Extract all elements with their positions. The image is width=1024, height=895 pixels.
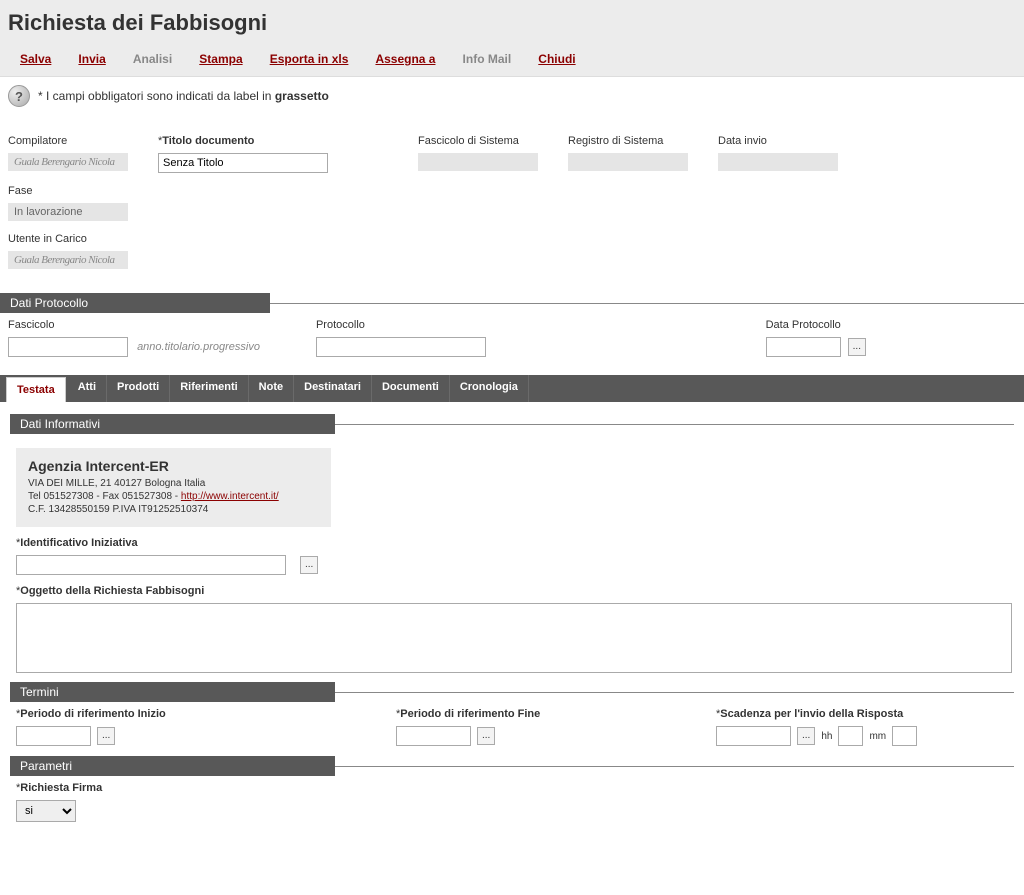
agency-link[interactable]: http://www.intercent.it/: [181, 491, 279, 502]
infobar-text: * I campi obbligatori sono indicati da l…: [38, 89, 275, 103]
mm-label: mm: [869, 731, 886, 742]
periodo-fine-label: Periodo di riferimento Fine: [396, 708, 656, 720]
section-dati-protocollo: Dati Protocollo: [0, 293, 270, 313]
esporta-link[interactable]: Esporta in xls: [270, 52, 349, 66]
periodo-fine-picker[interactable]: ...: [477, 727, 495, 745]
infobar-bold: grassetto: [275, 89, 329, 103]
identificativo-picker[interactable]: ...: [300, 556, 318, 574]
periodo-inizio-picker[interactable]: ...: [97, 727, 115, 745]
section-divider: [270, 303, 1024, 304]
fascicolo-hint: anno.titolario.progressivo: [137, 341, 260, 353]
data-protocollo-label: Data Protocollo: [766, 319, 866, 331]
tab-riferimenti[interactable]: Riferimenti: [170, 375, 248, 402]
salva-link[interactable]: Salva: [20, 52, 51, 66]
mandatory-info-bar: ? * I campi obbligatori sono indicati da…: [0, 77, 1024, 115]
utente-carico-label: Utente in Carico: [8, 233, 128, 245]
fascicolo-input[interactable]: [8, 337, 128, 357]
titolo-documento-input[interactable]: [158, 153, 328, 173]
oggetto-textarea[interactable]: [16, 603, 1012, 673]
section-divider: [335, 692, 1014, 693]
tab-documenti[interactable]: Documenti: [372, 375, 450, 402]
compilatore-label: Compilatore: [8, 135, 128, 147]
agency-info-box: Agenzia Intercent-ER VIA DEI MILLE, 21 4…: [16, 448, 331, 527]
main-toolbar: Salva Invia Analisi Stampa Esporta in xl…: [8, 44, 1016, 76]
tab-atti[interactable]: Atti: [68, 375, 107, 402]
page-title: Richiesta dei Fabbisogni: [8, 10, 1016, 36]
section-dati-informativi: Dati Informativi: [10, 414, 335, 434]
invia-link[interactable]: Invia: [78, 52, 105, 66]
data-invio-label: Data invio: [718, 135, 838, 147]
data-protocollo-input[interactable]: [766, 337, 841, 357]
periodo-inizio-label: Periodo di riferimento Inizio: [16, 708, 336, 720]
utente-carico-value: Guala Berengario Nicola: [8, 251, 128, 269]
registro-sistema-label: Registro di Sistema: [568, 135, 688, 147]
tab-testata[interactable]: Testata: [6, 377, 66, 402]
hh-label: hh: [821, 731, 832, 742]
fascicolo-sistema-label: Fascicolo di Sistema: [418, 135, 538, 147]
richiesta-firma-select[interactable]: si: [16, 800, 76, 822]
agency-title: Agenzia Intercent-ER: [28, 458, 319, 474]
fase-label: Fase: [8, 185, 128, 197]
help-icon[interactable]: ?: [8, 85, 30, 107]
scadenza-mm-input[interactable]: [892, 726, 917, 746]
tab-destinatari[interactable]: Destinatari: [294, 375, 372, 402]
fase-value: In lavorazione: [8, 203, 128, 221]
data-protocollo-picker[interactable]: ...: [848, 338, 866, 356]
tab-cronologia[interactable]: Cronologia: [450, 375, 529, 402]
section-divider: [335, 424, 1014, 425]
scadenza-label: Scadenza per l'invio della Risposta: [716, 708, 917, 720]
tab-bar: Testata Atti Prodotti Riferimenti Note D…: [0, 375, 1024, 402]
analisi-link: Analisi: [133, 52, 172, 66]
chiudi-link[interactable]: Chiudi: [538, 52, 575, 66]
identificativo-label: Identificativo Iniziativa: [16, 537, 1008, 549]
scadenza-date-picker[interactable]: ...: [797, 727, 815, 745]
protocollo-input[interactable]: [316, 337, 486, 357]
scadenza-date-input[interactable]: [716, 726, 791, 746]
oggetto-label: Oggetto della Richiesta Fabbisogni: [16, 585, 1008, 597]
section-parametri: Parametri: [10, 756, 335, 776]
agency-fiscal: C.F. 13428550159 P.IVA IT91252510374: [28, 504, 319, 515]
section-divider: [335, 766, 1014, 767]
richiesta-firma-label: Richiesta Firma: [16, 782, 1008, 794]
fascicolo-sistema-value: [418, 153, 538, 171]
section-termini: Termini: [10, 682, 335, 702]
fascicolo-label: Fascicolo: [8, 319, 260, 331]
assegna-link[interactable]: Assegna a: [375, 52, 435, 66]
registro-sistema-value: [568, 153, 688, 171]
data-invio-value: [718, 153, 838, 171]
periodo-inizio-input[interactable]: [16, 726, 91, 746]
periodo-fine-input[interactable]: [396, 726, 471, 746]
compilatore-value: Guala Berengario Nicola: [8, 153, 128, 171]
identificativo-input[interactable]: [16, 555, 286, 575]
stampa-link[interactable]: Stampa: [199, 52, 242, 66]
titolo-documento-label: Titolo documento: [158, 135, 328, 147]
tab-note[interactable]: Note: [249, 375, 294, 402]
infomail-link: Info Mail: [463, 52, 512, 66]
tab-prodotti[interactable]: Prodotti: [107, 375, 170, 402]
protocollo-label: Protocollo: [316, 319, 486, 331]
agency-contacts: Tel 051527308 - Fax 051527308 -: [28, 491, 181, 502]
scadenza-hh-input[interactable]: [838, 726, 863, 746]
agency-address: VIA DEI MILLE, 21 40127 Bologna Italia: [28, 478, 319, 489]
